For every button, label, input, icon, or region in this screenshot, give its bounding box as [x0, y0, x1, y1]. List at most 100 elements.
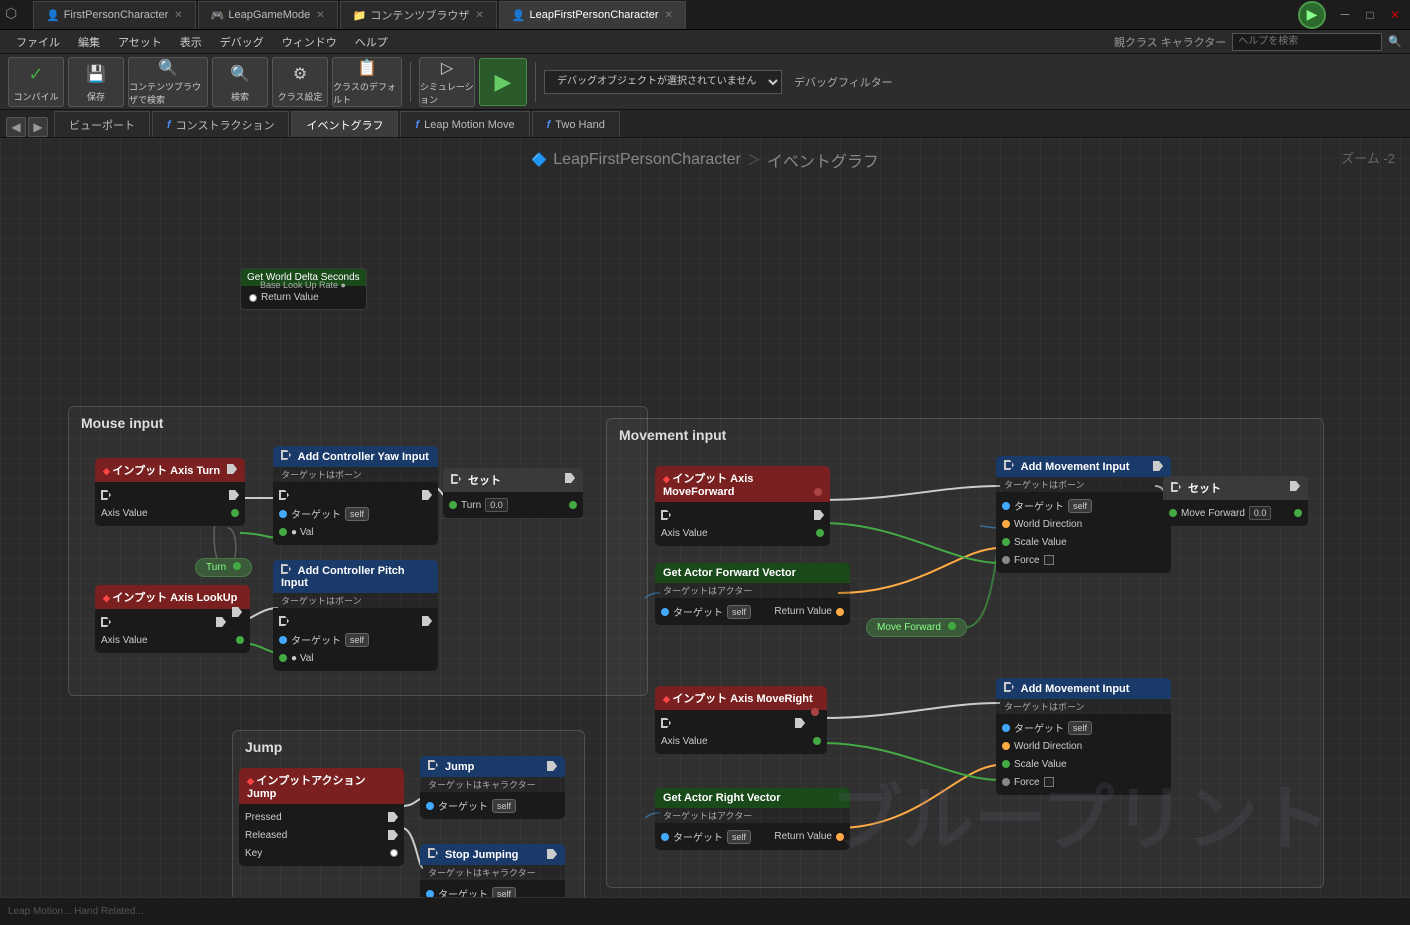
compile-label: コンパイル [13, 90, 58, 103]
add-yaw-body: ターゲット self ● Val [273, 482, 438, 545]
menu-edit[interactable]: 編集 [70, 32, 108, 52]
menu-view[interactable]: 表示 [172, 32, 210, 52]
set2-header: セット [1163, 476, 1308, 500]
tab-construction[interactable]: f コンストラクション [152, 111, 289, 137]
movement-input-title: Movement input [619, 427, 726, 443]
jump-func-sub: ターゲットはキャラクター [420, 777, 565, 792]
close-tab-4[interactable]: ✕ [665, 10, 673, 21]
debug-object-select[interactable]: デバッグオブジェクトが選択されていません [544, 70, 782, 94]
add-yaw-header: Add Controller Yaw Input [273, 446, 438, 467]
simulation-button[interactable]: ▷ シミュレーション [419, 57, 475, 107]
jump-key-label: Key [245, 848, 262, 859]
class-defaults-button[interactable]: 📋 クラスのデフォルト [332, 57, 402, 107]
move-right-header: ◆ インプット Axis MoveRight [655, 686, 827, 710]
add-pitch-node[interactable]: Add Controller Pitch Input ターゲットはボーン ターゲ… [273, 560, 438, 671]
class-defaults-label: クラスのデフォルト [333, 80, 401, 106]
get-right-sub: ターゲットはアクター [655, 808, 850, 823]
tab-first-person-character[interactable]: 👤 FirstPersonCharacter ✕ [33, 1, 196, 29]
add-movement-1-node[interactable]: Add Movement Input ターゲットはボーン ターゲット self … [996, 456, 1171, 573]
axis-turn-exec-out2 [229, 490, 239, 500]
am1-world-label: World Direction [1014, 519, 1082, 530]
tab-contents-browser[interactable]: 📁 コンテンツブラウザ ✕ [340, 1, 497, 29]
delta-return-label: Return Value [261, 292, 319, 303]
close-button[interactable]: ✕ [1385, 5, 1405, 25]
tab-leap-character[interactable]: 👤 LeapFirstPersonCharacter ✕ [499, 1, 686, 29]
class-settings-button[interactable]: ⚙ クラス設定 [272, 57, 328, 107]
get-forward-return-label: Return Value [774, 606, 832, 617]
add-yaw-target-label: ターゲット [291, 506, 341, 521]
am2-world-pin [1002, 742, 1010, 750]
content-search-icon: 🔍 [154, 58, 182, 78]
jump-func-exec-out [547, 761, 557, 771]
window-controls: ▶ － □ ✕ [1298, 1, 1405, 29]
lookup-value-pin [236, 636, 244, 644]
toolbar: ✓ コンパイル 💾 保存 🔍 コンテンツブラウザで検索 🔍 検索 ⚙ クラス設定… [0, 54, 1410, 110]
jump-input-node[interactable]: ◆ インプットアクション Jump Pressed Released Key [239, 768, 404, 866]
tab-viewport-label: ビューポート [69, 117, 135, 133]
axis-turn-node[interactable]: ◆ インプット Axis Turn Axis Value [95, 458, 245, 526]
add-pitch-val-row: ● Val [273, 649, 438, 667]
zoom-label: ズーム -2 [1341, 148, 1395, 167]
get-actor-forward-node[interactable]: Get Actor Forward Vector ターゲットはアクター ターゲッ… [655, 563, 850, 625]
content-browser-search-button[interactable]: 🔍 コンテンツブラウザで検索 [128, 57, 208, 107]
mr-exec-in [661, 718, 671, 728]
menu-asset[interactable]: アセット [110, 32, 170, 52]
set1-node[interactable]: セット Turn 0.0 [443, 468, 583, 518]
compile-button[interactable]: ✓ コンパイル [8, 57, 64, 107]
search-label: 検索 [231, 90, 249, 103]
nav-forward-button[interactable]: ▶ [28, 117, 48, 137]
tab-two-hand[interactable]: f Two Hand [532, 111, 620, 137]
nav-back-button[interactable]: ◀ [6, 117, 26, 137]
am2-force-checkbox[interactable] [1044, 777, 1054, 787]
add-yaw-node[interactable]: Add Controller Yaw Input ターゲットはボーン ターゲット… [273, 446, 438, 545]
mr-axis-label: Axis Value [661, 736, 708, 747]
minimize-button[interactable]: － [1335, 5, 1355, 25]
axis-move-forward-node[interactable]: ◆ インプット Axis MoveForward Axis Value [655, 466, 830, 546]
axis-move-right-node[interactable]: ◆ インプット Axis MoveRight Axis Value [655, 686, 827, 754]
am2-target-row: ターゲット self [996, 718, 1171, 737]
close-tab-3[interactable]: ✕ [475, 10, 483, 21]
debug-filter-label: デバッグフィルター [794, 74, 893, 90]
turn-variable-node[interactable]: Turn [195, 558, 252, 577]
am1-world-row: World Direction [996, 515, 1171, 533]
add-yaw-target-row: ターゲット self [273, 504, 438, 523]
close-tab-1[interactable]: ✕ [174, 10, 182, 21]
set1-turn-label: Turn [461, 500, 481, 511]
tab-leap-game-mode[interactable]: 🎮 LeapGameMode ✕ [198, 1, 338, 29]
lookup-axis-label: Axis Value [101, 635, 148, 646]
set2-node[interactable]: セット Move Forward 0.0 [1163, 476, 1308, 526]
menu-file[interactable]: ファイル [8, 32, 68, 52]
settings-icon: ⚙ [286, 60, 314, 88]
jump-function-node[interactable]: Jump ターゲットはキャラクター ターゲット self [420, 756, 565, 819]
tab-event-graph[interactable]: イベントグラフ [291, 111, 398, 137]
add-movement-2-node[interactable]: Add Movement Input ターゲットはボーン ターゲット self … [996, 678, 1171, 795]
move-forward-var-label: Move Forward [877, 622, 941, 633]
maximize-button[interactable]: □ [1360, 5, 1380, 25]
breadcrumb-blueprint-icon: 🔷 [531, 152, 547, 168]
help-search-input[interactable] [1232, 33, 1382, 51]
close-tab-2[interactable]: ✕ [316, 10, 324, 21]
am1-force-checkbox[interactable] [1044, 555, 1054, 565]
jump-input-body: Pressed Released Key [239, 804, 404, 866]
main-canvas[interactable]: 🔷 LeapFirstPersonCharacter ＞ イベントグラフ ズーム… [0, 138, 1410, 925]
save-button[interactable]: 💾 保存 [68, 57, 124, 107]
tab-viewport[interactable]: ビューポート [54, 111, 150, 137]
add-yaw-target-pin [279, 510, 287, 518]
construction-f-icon: f [167, 119, 171, 131]
play-button[interactable]: ▶ [479, 58, 527, 106]
tab-leap-motion-move[interactable]: f Leap Motion Move [400, 111, 529, 137]
simulation-icon: ▷ [433, 58, 461, 78]
search-button[interactable]: 🔍 検索 [212, 57, 268, 107]
axis-lookup-node[interactable]: ◆ インプット Axis LookUp Axis Value [95, 585, 250, 653]
axis-lookup-body: Axis Value [95, 609, 250, 653]
toolbar-sep-1 [410, 62, 411, 102]
set1-body: Turn 0.0 [443, 492, 583, 518]
move-forward-var-node[interactable]: Move Forward [866, 618, 967, 637]
mr-exec-out [795, 718, 805, 728]
parent-class-label: 親クラス キャラクター [1114, 34, 1226, 50]
menu-help[interactable]: ヘルプ [347, 32, 396, 52]
get-actor-right-node[interactable]: Get Actor Right Vector ターゲットはアクター ターゲット … [655, 788, 850, 850]
jump-func-body: ターゲット self [420, 792, 565, 819]
menu-debug[interactable]: デバッグ [212, 32, 272, 52]
menu-window[interactable]: ウィンドウ [274, 32, 345, 52]
